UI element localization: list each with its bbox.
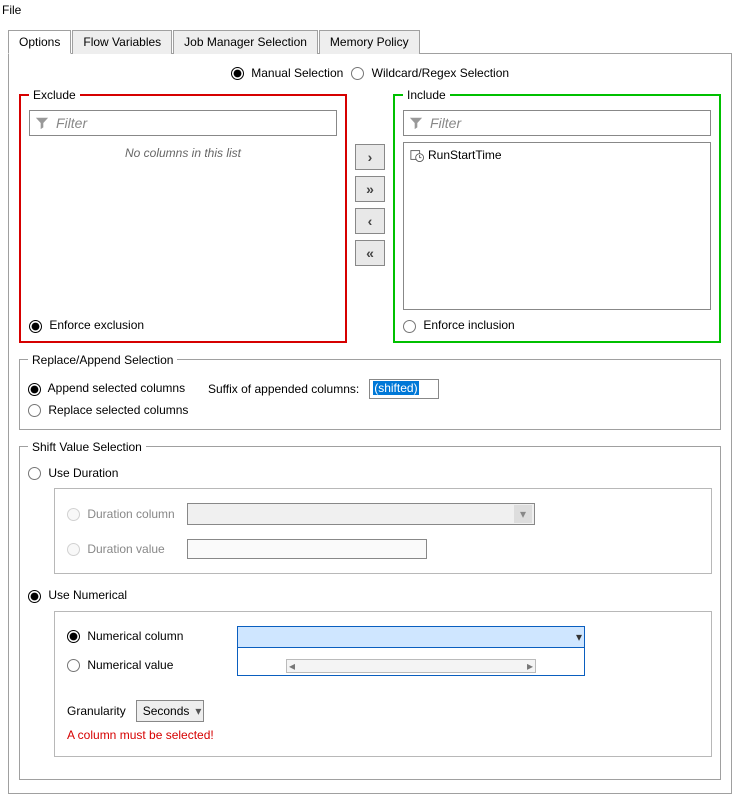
include-list[interactable]: RunStartTime [403, 142, 711, 310]
numerical-value-label: Numerical value [87, 658, 173, 672]
radio-numerical-value[interactable]: Numerical value [67, 658, 227, 672]
tab-options[interactable]: Options [8, 30, 71, 54]
append-columns-label: Append selected columns [48, 381, 185, 395]
radio-manual-selection[interactable]: Manual Selection [231, 66, 343, 80]
use-numerical-label: Use Numerical [48, 588, 127, 602]
tab-memory-policy[interactable]: Memory Policy [319, 30, 420, 54]
duration-column-combo: ▾ [187, 503, 535, 525]
replace-columns-label: Replace selected columns [48, 403, 188, 417]
chevron-down-icon: ▾ [514, 505, 532, 523]
tab-flow-variables[interactable]: Flow Variables [72, 30, 172, 54]
replace-append-panel: Replace/Append Selection Append selected… [19, 353, 721, 430]
datetime-icon [410, 148, 424, 162]
radio-duration-column: Duration column [67, 507, 177, 521]
include-panel: Include RunStartTime [393, 88, 721, 342]
granularity-label: Granularity [67, 704, 126, 718]
chevron-down-icon: ▾ [576, 630, 582, 644]
manual-selection-label: Manual Selection [251, 66, 343, 80]
tab-job-manager[interactable]: Job Manager Selection [173, 30, 318, 54]
numerical-sub-panel: Numerical column ▾ ◂▸ Numerical v [54, 611, 712, 757]
duration-column-label: Duration column [87, 507, 174, 521]
numerical-column-label: Numerical column [87, 629, 183, 643]
filter-icon [35, 116, 49, 130]
menu-bar: File [0, 0, 740, 20]
radio-wildcard-selection[interactable]: Wildcard/Regex Selection [351, 66, 509, 80]
filter-icon [409, 116, 423, 130]
error-message: A column must be selected! [67, 728, 699, 742]
add-all-button[interactable]: » [355, 176, 385, 202]
radio-numerical-column[interactable]: Numerical column [67, 626, 227, 643]
use-duration-label: Use Duration [48, 466, 118, 480]
numerical-column-dropdown[interactable]: ◂▸ [237, 648, 585, 676]
granularity-value: Seconds [143, 704, 190, 718]
move-buttons-column: › » ‹ « [355, 88, 385, 352]
numerical-column-combo[interactable]: ▾ [237, 626, 585, 648]
shift-value-legend: Shift Value Selection [28, 440, 146, 454]
radio-use-duration[interactable]: Use Duration [28, 466, 118, 480]
exclude-panel: Exclude No columns in this list Enforce … [19, 88, 347, 342]
shift-value-panel: Shift Value Selection Use Duration Durat… [19, 440, 721, 780]
dropdown-scrollbar[interactable]: ◂▸ [286, 659, 536, 673]
radio-append-columns[interactable]: Append selected columns [28, 381, 198, 395]
radio-replace-columns[interactable]: Replace selected columns [28, 403, 188, 417]
list-item[interactable]: RunStartTime [408, 147, 706, 163]
list-item-label: RunStartTime [428, 148, 502, 162]
suffix-value: (shifted) [373, 381, 418, 395]
radio-enforce-inclusion[interactable]: Enforce inclusion [403, 318, 515, 332]
tab-strip: Options Flow Variables Job Manager Selec… [8, 30, 732, 54]
suffix-label: Suffix of appended columns: [208, 382, 359, 396]
menu-file[interactable]: File [2, 3, 21, 17]
duration-value-input [187, 539, 427, 559]
radio-enforce-exclusion[interactable]: Enforce exclusion [29, 318, 144, 332]
remove-button[interactable]: ‹ [355, 208, 385, 234]
include-filter-input[interactable] [403, 110, 711, 136]
radio-use-numerical[interactable]: Use Numerical [28, 588, 127, 602]
radio-duration-value: Duration value [67, 542, 177, 556]
enforce-inclusion-label: Enforce inclusion [423, 318, 514, 332]
granularity-combo[interactable]: Seconds ▾ [136, 700, 205, 722]
tab-content-options: Manual Selection Wildcard/Regex Selectio… [8, 54, 732, 794]
replace-append-legend: Replace/Append Selection [28, 353, 177, 367]
include-legend: Include [403, 88, 450, 102]
duration-sub-panel: Duration column ▾ Duration value [54, 488, 712, 574]
chevron-down-icon: ▾ [195, 704, 201, 718]
exclude-list[interactable]: No columns in this list [29, 142, 337, 310]
wildcard-selection-label: Wildcard/Regex Selection [372, 66, 509, 80]
duration-value-label: Duration value [87, 542, 164, 556]
exclude-filter-input[interactable] [29, 110, 337, 136]
suffix-input[interactable]: (shifted) [369, 379, 439, 399]
add-button[interactable]: › [355, 144, 385, 170]
exclude-empty-msg: No columns in this list [125, 146, 241, 160]
exclude-legend: Exclude [29, 88, 80, 102]
remove-all-button[interactable]: « [355, 240, 385, 266]
enforce-exclusion-label: Enforce exclusion [49, 318, 144, 332]
